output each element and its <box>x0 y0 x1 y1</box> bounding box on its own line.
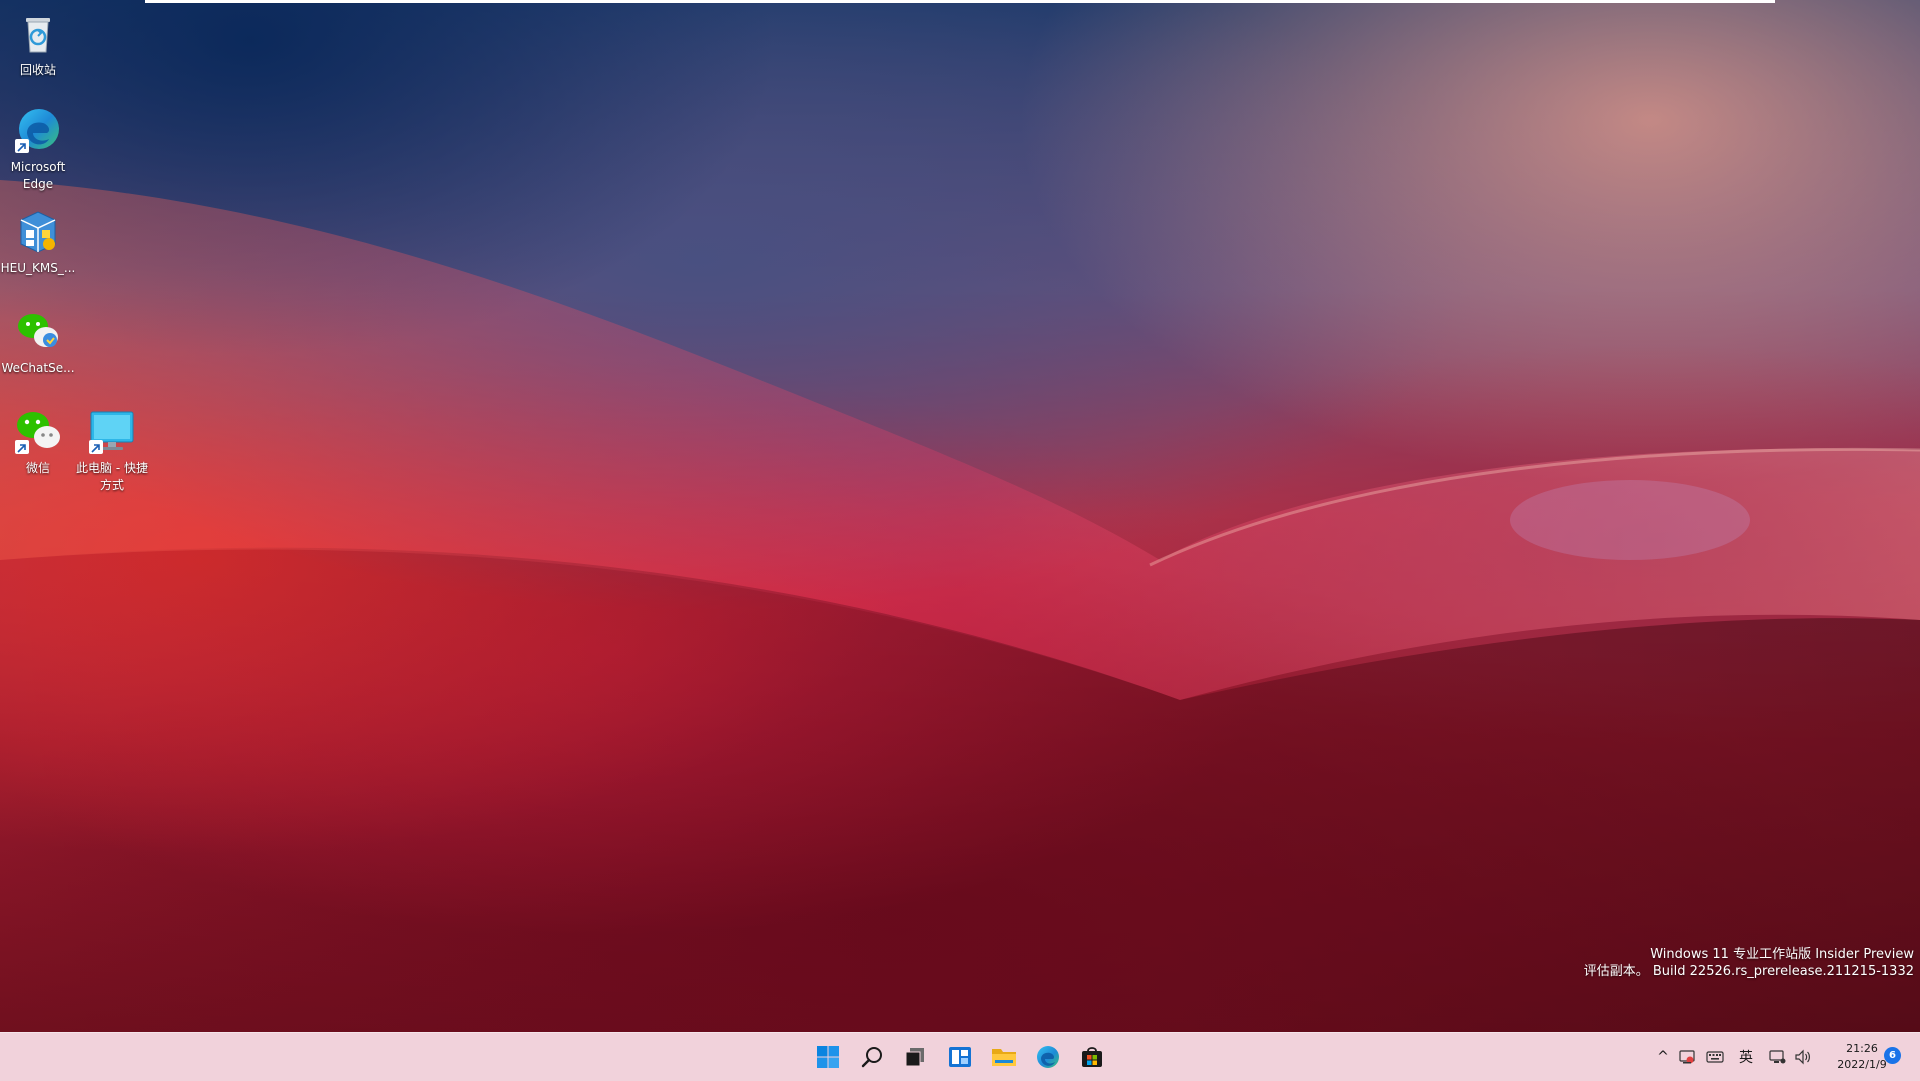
shortcut-arrow-icon <box>15 139 29 153</box>
file-explorer-button[interactable] <box>988 1041 1020 1073</box>
watermark-edition: Windows 11 专业工作站版 Insider Preview <box>1650 947 1914 962</box>
wechat-icon <box>13 406 63 456</box>
tray-app-icon <box>1679 1050 1695 1064</box>
top-progress-bar <box>145 0 1775 3</box>
touch-keyboard-button[interactable] <box>1704 1033 1726 1081</box>
volume-icon <box>1795 1049 1810 1065</box>
desktop-icon-label: Microsoft Edge <box>10 160 66 191</box>
edge-icon <box>13 105 63 155</box>
windows-build-watermark: Windows 11 专业工作站版 Insider Preview 评估副本。 … <box>1584 946 1914 980</box>
desktop-icon-heu-kms[interactable]: HEU_KMS_... <box>0 206 76 277</box>
store-icon <box>1082 1047 1102 1067</box>
edge-taskbar-button[interactable] <box>1032 1041 1064 1073</box>
taskbar: ^ 英 21:26 2022/1/9 <box>0 1032 1920 1081</box>
wechat-setup-icon <box>13 306 63 356</box>
desktop-icon-label: 微信 <box>25 461 50 475</box>
task-view-icon <box>905 1048 924 1067</box>
widgets-button[interactable] <box>944 1041 976 1073</box>
task-view-button[interactable] <box>899 1041 931 1073</box>
wallpaper-waves <box>0 180 1920 1032</box>
file-explorer-icon <box>992 1049 1016 1066</box>
edge-icon <box>1037 1046 1059 1068</box>
desktop-icon-wechat[interactable]: 微信 <box>0 406 76 477</box>
search-button[interactable] <box>856 1041 888 1073</box>
desktop-icon-label: HEU_KMS_... <box>0 261 76 275</box>
start-button[interactable] <box>812 1041 844 1073</box>
network-button[interactable] <box>1766 1033 1788 1081</box>
widgets-icon <box>949 1047 971 1067</box>
start-icon <box>817 1046 839 1068</box>
desktop-icon-label: 此电脑 - 快捷方式 <box>76 461 148 492</box>
desktop-icon-label: 回收站 <box>19 63 56 77</box>
tray-app-button[interactable] <box>1676 1033 1698 1081</box>
volume-button[interactable] <box>1792 1033 1814 1081</box>
notification-badge[interactable]: 6 <box>1884 1047 1901 1064</box>
desktop-icon-recycle-bin[interactable]: 回收站 <box>0 8 76 79</box>
recycle-bin-icon <box>13 8 63 58</box>
input-language-button[interactable]: 英 <box>1734 1033 1758 1081</box>
shortcut-arrow-icon <box>15 440 29 454</box>
input-language-label: 英 <box>1739 1050 1753 1066</box>
store-button[interactable] <box>1076 1041 1108 1073</box>
watermark-build: 评估副本。 Build 22526.rs_prerelease.211215-1… <box>1583 964 1914 979</box>
chevron-up-icon: ^ <box>1657 1049 1669 1065</box>
show-hidden-icons-button[interactable]: ^ <box>1652 1033 1674 1081</box>
this-pc-icon <box>87 406 137 456</box>
desktop-icon-label: WeChatSe... <box>1 361 75 375</box>
desktop-icon-microsoft-edge[interactable]: Microsoft Edge <box>0 105 76 193</box>
shortcut-arrow-icon <box>89 440 103 454</box>
desktop-icon-this-pc[interactable]: 此电脑 - 快捷方式 <box>74 406 150 494</box>
search-icon <box>861 1047 882 1068</box>
kms-tool-icon <box>13 206 63 256</box>
desktop[interactable]: 回收站 Microsoft Edge HEU_KMS_... WeChatSe.… <box>0 0 1920 1032</box>
keyboard-icon <box>1706 1051 1724 1063</box>
network-icon <box>1769 1050 1786 1064</box>
desktop-icon-wechat-setup[interactable]: WeChatSe... <box>0 306 76 377</box>
